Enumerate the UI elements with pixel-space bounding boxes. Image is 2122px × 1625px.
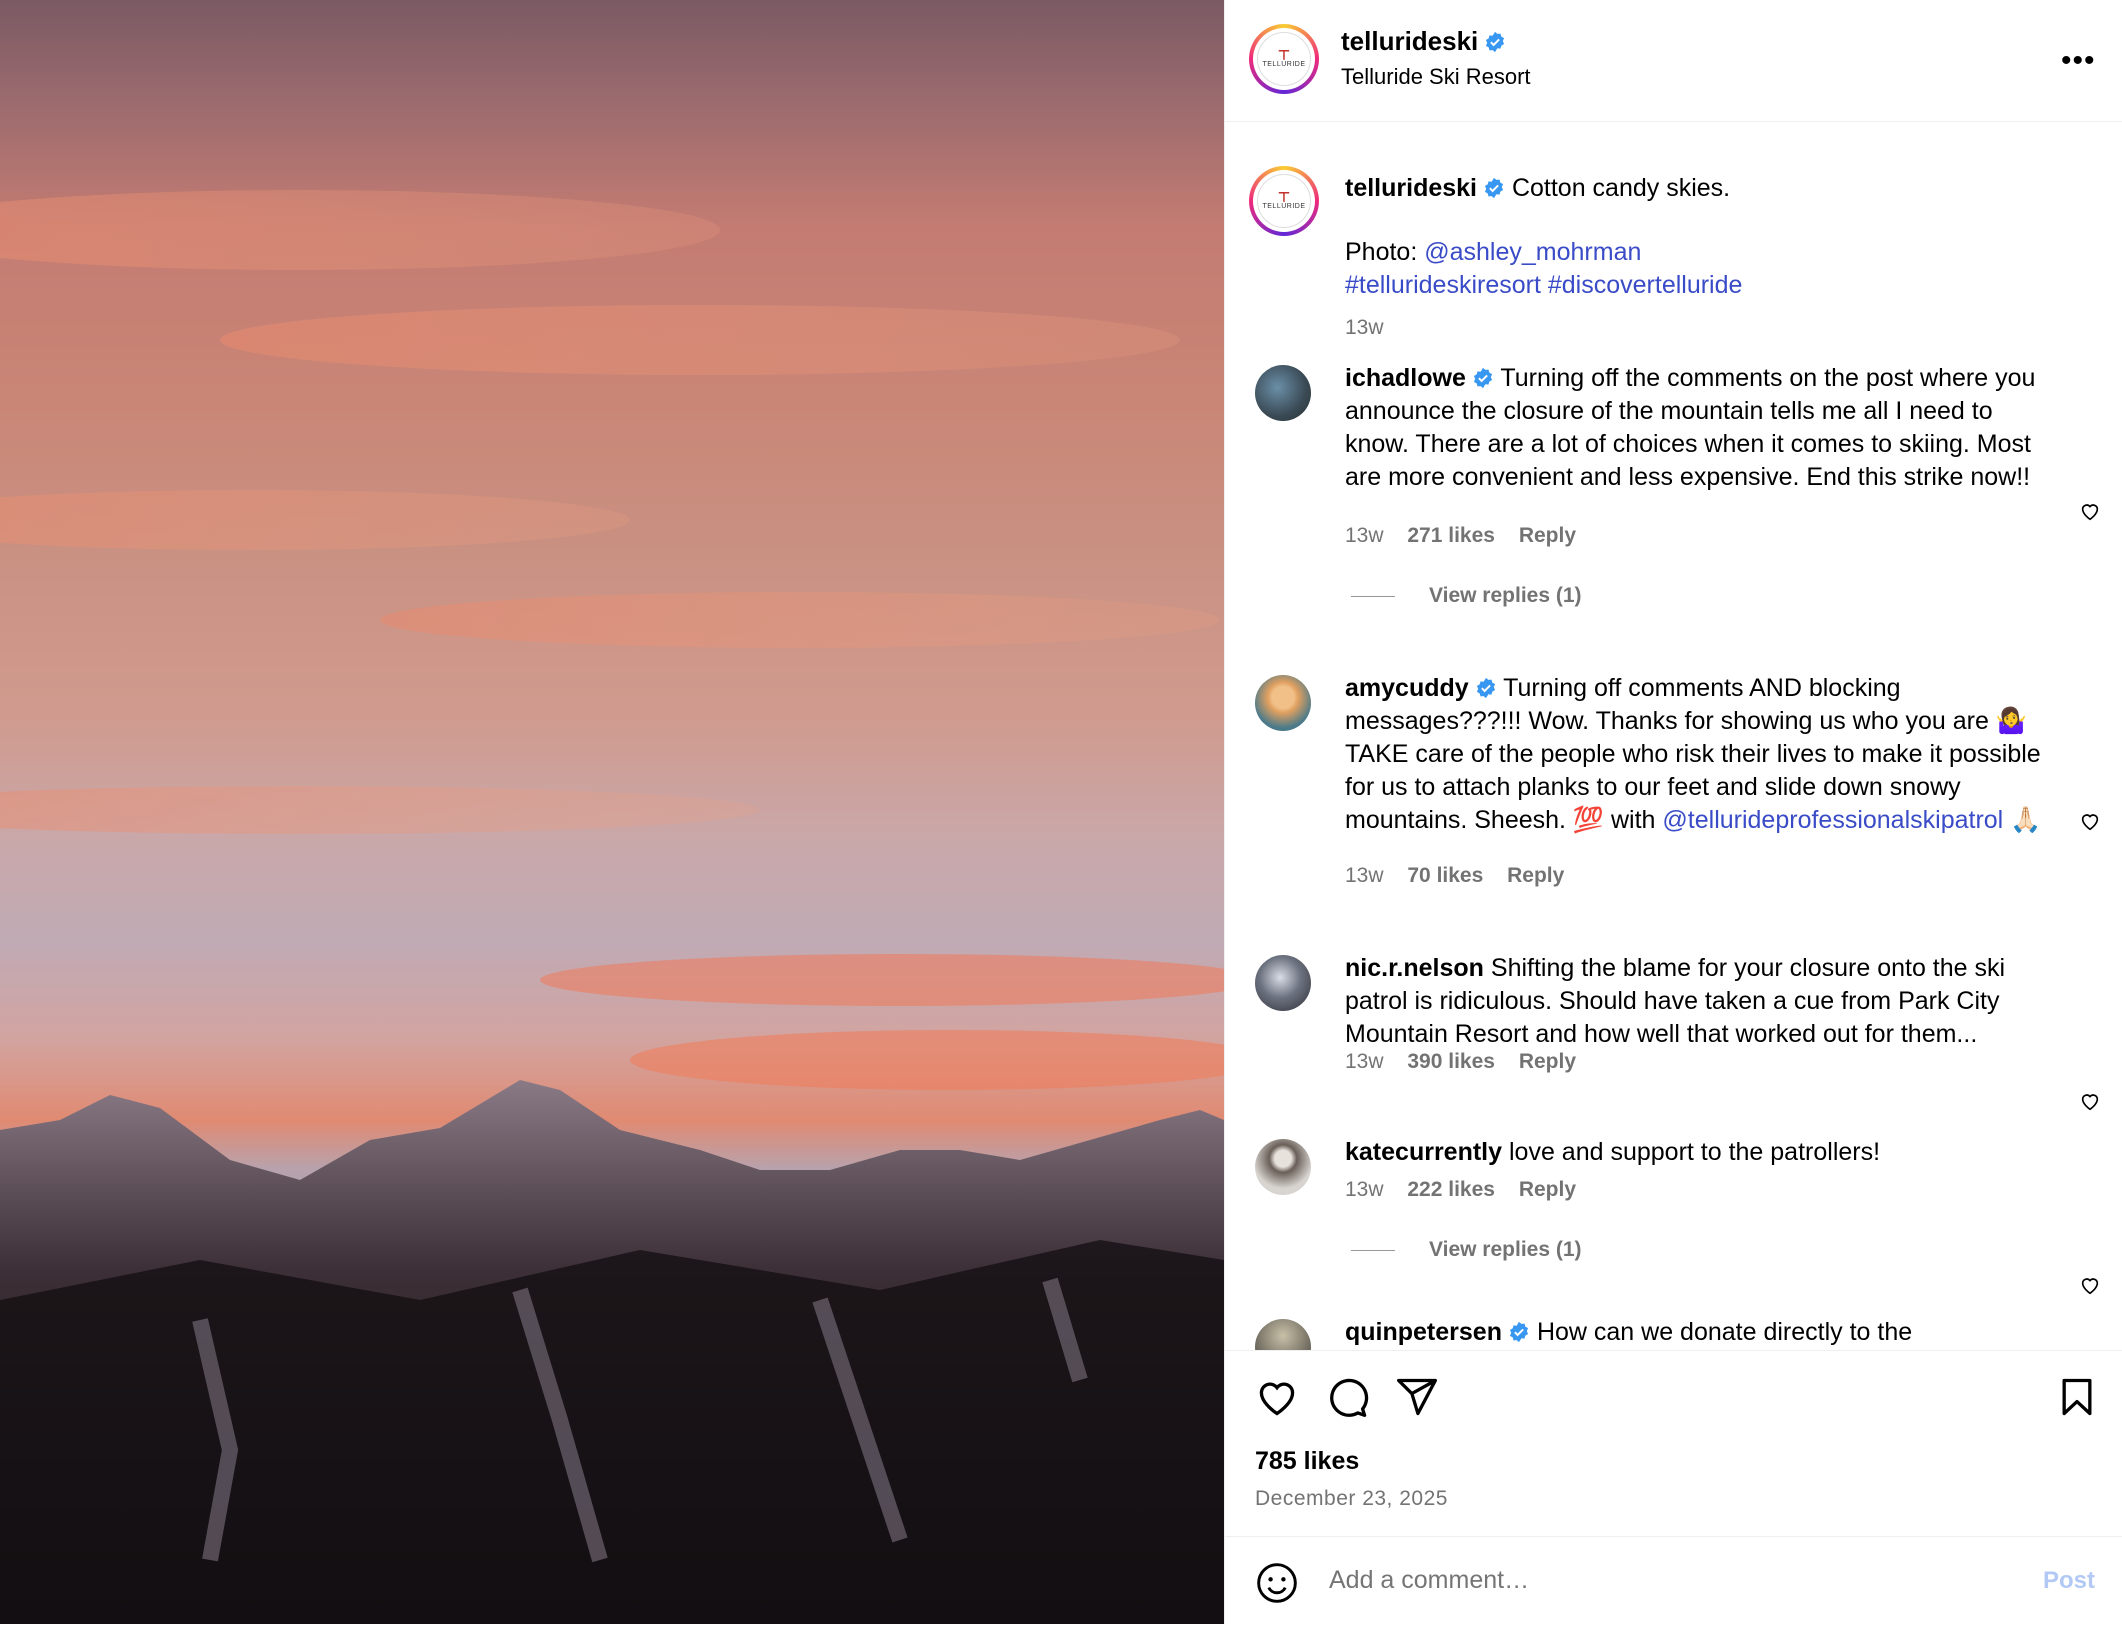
emoji-icon[interactable]	[1255, 1561, 1299, 1605]
comment-icon[interactable]	[1325, 1375, 1369, 1419]
post-sidebar: ⊤ TELLURIDE tellurideski Telluride Ski R…	[1224, 0, 2122, 1624]
verified-badge-icon	[1476, 677, 1495, 699]
comment-like-icon[interactable]	[2079, 1090, 2101, 1112]
caption-time: 13w	[1345, 316, 1384, 339]
post-image[interactable]	[0, 0, 1224, 1624]
comment-likes[interactable]: 271 likes	[1407, 524, 1495, 547]
mention-link[interactable]: @tellurideprofessionalskipatrol	[1662, 806, 2003, 834]
comment-like-icon[interactable]	[2079, 810, 2101, 832]
comment-username[interactable]: nic.r.nelson	[1345, 954, 1484, 982]
comment-text: katecurrently love and support to the pa…	[1345, 1138, 1881, 1166]
post-actions: 785 likes December 23, 2025	[1225, 1350, 2122, 1541]
post-date: December 23, 2025	[1255, 1487, 1448, 1510]
send-icon[interactable]	[1395, 1375, 1439, 1419]
avatar[interactable]	[1255, 1139, 1311, 1195]
comment-input[interactable]	[1327, 1565, 1971, 1596]
avatar[interactable]	[1255, 365, 1311, 421]
location-label[interactable]: Telluride Ski Resort	[1341, 64, 1531, 90]
comments-scroll[interactable]: ⊤ TELLURIDE tellurideski Cotton candy ski…	[1225, 122, 2122, 1350]
comment-text: nic.r.nelson Shifting the blame for your…	[1345, 954, 2006, 1048]
comment-meta: 13w 271 likes Reply	[1345, 524, 1576, 547]
hashtag-link[interactable]: #tellurideskiresort	[1345, 271, 1541, 299]
comment-username[interactable]: ichadlowe	[1345, 364, 1466, 392]
comment-username[interactable]: amycuddy	[1345, 674, 1469, 702]
comment-meta: 13w 222 likes Reply	[1345, 1178, 1576, 1201]
comment-like-icon[interactable]	[2079, 500, 2101, 522]
avatar[interactable]	[1255, 1319, 1311, 1350]
verified-badge-icon	[1473, 367, 1492, 389]
post-header: ⊤ TELLURIDE tellurideski Telluride Ski R…	[1225, 0, 2122, 122]
comment-text: ichadlowe Turning off the comments on th…	[1345, 364, 2036, 491]
caption-username[interactable]: tellurideski	[1345, 174, 1477, 202]
more-horizontal-icon[interactable]: •••	[2061, 44, 2096, 78]
photo-credit-link[interactable]: @ashley_mohrman	[1424, 238, 1641, 266]
avatar[interactable]	[1255, 675, 1311, 731]
comment-text: quinpetersen How can we donate directly …	[1345, 1318, 1913, 1346]
view-replies-button[interactable]: View replies (1)	[1351, 584, 1582, 608]
reply-button[interactable]: Reply	[1519, 524, 1576, 547]
comment-like-icon[interactable]	[2079, 1274, 2101, 1296]
bookmark-icon[interactable]	[2055, 1375, 2099, 1419]
caption-text: tellurideski Cotton candy skies. Photo: …	[1345, 174, 1743, 299]
telluride-logo: ⊤ TELLURIDE	[1257, 32, 1311, 86]
view-replies-button[interactable]: View replies (1)	[1351, 1238, 1582, 1262]
verified-badge-icon	[1484, 177, 1504, 199]
heart-icon[interactable]	[1255, 1375, 1299, 1419]
comment-username[interactable]: quinpetersen	[1345, 1318, 1502, 1346]
author-avatar[interactable]: ⊤ TELLURIDE	[1249, 24, 1319, 94]
verified-badge-icon	[1509, 1321, 1529, 1343]
reply-button[interactable]: Reply	[1519, 1050, 1576, 1073]
reply-button[interactable]: Reply	[1519, 1178, 1576, 1201]
comment-likes[interactable]: 222 likes	[1407, 1178, 1495, 1201]
comment-text: amycuddy Turning off comments AND blocki…	[1345, 674, 2042, 834]
reply-button[interactable]: Reply	[1507, 864, 1564, 887]
verified-badge-icon	[1486, 31, 1505, 53]
avatar[interactable]	[1255, 955, 1311, 1011]
comment-likes[interactable]: 70 likes	[1407, 864, 1483, 887]
caption-avatar[interactable]: ⊤ TELLURIDE	[1249, 166, 1319, 236]
comment-meta: 13w 70 likes Reply	[1345, 864, 1565, 887]
sunset-mountain-image	[0, 190, 1224, 1624]
comment-meta: 13w 390 likes Reply	[1345, 1050, 1576, 1073]
comment-likes[interactable]: 390 likes	[1407, 1050, 1495, 1073]
comment-composer: Post	[1225, 1536, 2122, 1625]
comment-username[interactable]: katecurrently	[1345, 1138, 1502, 1166]
likes-count[interactable]: 785 likes	[1255, 1447, 1359, 1476]
author-username[interactable]: tellurideski	[1341, 26, 1506, 57]
post-comment-button[interactable]: Post	[2043, 1567, 2095, 1595]
hashtag-link[interactable]: #discovertelluride	[1548, 271, 1743, 299]
